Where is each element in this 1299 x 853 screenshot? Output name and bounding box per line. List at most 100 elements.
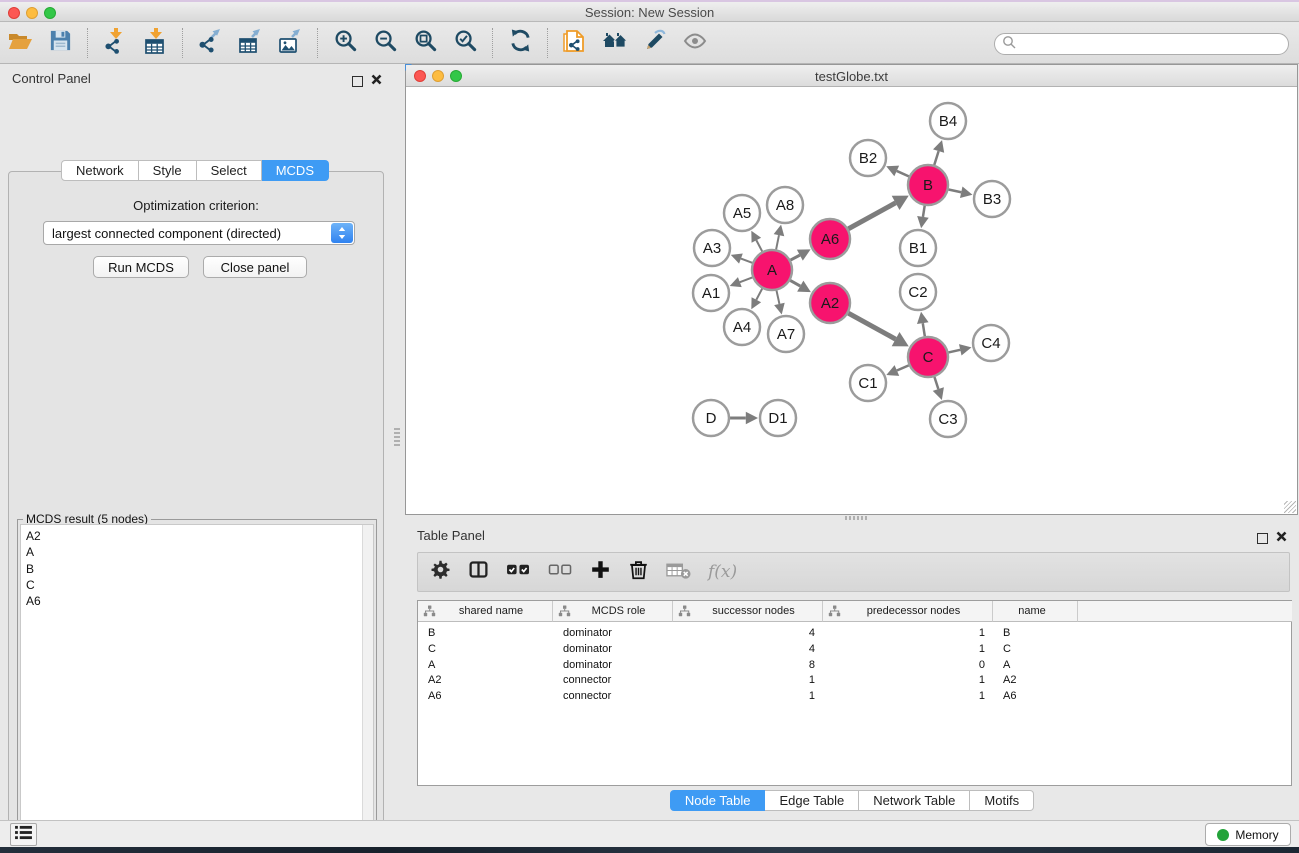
table-row[interactable]: A6connector11A6 (418, 689, 1291, 705)
vertical-splitter[interactable] (390, 64, 405, 820)
deselect-all-button[interactable] (548, 559, 573, 585)
column-header-successor-nodes[interactable]: successor nodes (673, 601, 823, 622)
table-cell: 1 (823, 673, 993, 689)
search-field[interactable] (994, 33, 1289, 55)
column-header-MCDS-role[interactable]: MCDS role (553, 601, 673, 622)
eye-button[interactable] (678, 26, 712, 60)
run-mcds-button[interactable]: Run MCDS (93, 256, 189, 278)
zoom-selected-button[interactable] (448, 26, 482, 60)
home-button[interactable] (598, 26, 632, 60)
tab-network[interactable]: Network (61, 160, 139, 181)
close-panel-icon[interactable] (1276, 529, 1287, 547)
arrowhead-icon (774, 303, 785, 315)
export-table-button[interactable] (233, 26, 267, 60)
export-image-button[interactable] (273, 26, 307, 60)
control-panel-tabs: NetworkStyleSelectMCDS (0, 160, 390, 181)
memory-status-icon (1217, 829, 1229, 841)
export-network-button[interactable] (193, 26, 227, 60)
delete-table-button[interactable] (666, 560, 691, 585)
table-toolbar: f(x) (417, 552, 1290, 592)
zoom-fit-icon (413, 28, 438, 58)
arrowhead-icon (917, 216, 929, 228)
zoom-fit-button[interactable] (408, 26, 442, 60)
float-panel-icon[interactable] (1257, 533, 1268, 544)
open-session-button[interactable] (3, 26, 37, 60)
table-cell: 1 (673, 673, 823, 689)
import-network-button[interactable] (98, 26, 132, 60)
close-panel-icon[interactable] (371, 72, 382, 90)
zoom-in-button[interactable] (328, 26, 362, 60)
table-row[interactable]: Cdominator41C (418, 642, 1291, 658)
select-all-button[interactable] (506, 559, 531, 585)
splitter-grip (394, 426, 400, 448)
table-panel: Table Panel f(x) shared nameMCDS rolesuc… (405, 521, 1299, 820)
network-window-titlebar: testGlobe.txt (406, 65, 1297, 87)
network-canvas[interactable]: B4B2BB3A8A5A6A3B1AC2A1A2A4A7C4CC1DD1C3 (406, 87, 1297, 514)
graph-edge-C-C1 (897, 365, 909, 370)
tab-network-table[interactable]: Network Table (859, 790, 970, 811)
table-cell: 1 (673, 689, 823, 705)
table-row[interactable]: Bdominator41B (418, 626, 1291, 642)
table-cell: B (993, 626, 1078, 642)
graph-node-label: C (923, 349, 934, 366)
zoom-out-button[interactable] (368, 26, 402, 60)
graph-edge-A-A2 (790, 280, 800, 286)
column-header-shared-name[interactable]: shared name (418, 601, 553, 622)
memory-button[interactable]: Memory (1205, 823, 1291, 846)
graph-edge-C-C3 (934, 377, 938, 389)
table-cell: C (418, 642, 553, 658)
graphics-details-button[interactable] (638, 26, 672, 60)
optimization-criterion-select[interactable]: largest connected component (directed) (43, 221, 355, 245)
resize-grip[interactable] (1284, 501, 1296, 513)
new-network-from-file-button[interactable] (558, 26, 592, 60)
import-table-button[interactable] (138, 26, 172, 60)
table-cell: 1 (823, 689, 993, 705)
floppy-disk-icon (48, 28, 73, 58)
tab-style[interactable]: Style (139, 160, 197, 181)
toolbar-separator (547, 28, 548, 58)
table-settings-button[interactable] (430, 559, 451, 585)
table-row[interactable]: Adominator80A (418, 658, 1291, 674)
tab-motifs[interactable]: Motifs (970, 790, 1034, 811)
search-input[interactable] (1020, 35, 1288, 53)
tab-edge-table[interactable]: Edge Table (765, 790, 859, 811)
tab-mcds[interactable]: MCDS (262, 160, 329, 181)
table-cell: A (993, 658, 1078, 674)
tab-node-table[interactable]: Node Table (670, 790, 766, 811)
refresh-button[interactable] (503, 26, 537, 60)
pencil-icon (642, 28, 668, 59)
toolbar-separator (182, 28, 183, 58)
network-graph: B4B2BB3A8A5A6A3B1AC2A1A2A4A7C4CC1DD1C3 (406, 87, 1297, 514)
graph-edge-C-C4 (948, 350, 960, 353)
graph-edge-B-B1 (923, 206, 925, 217)
task-history-button[interactable] (10, 823, 37, 846)
close-panel-button[interactable]: Close panel (203, 256, 307, 278)
splitter-grip (845, 516, 867, 520)
function-builder-button[interactable]: f(x) (708, 562, 737, 582)
save-session-button[interactable] (43, 26, 77, 60)
table-cell: A6 (993, 689, 1078, 705)
column-header-predecessor-nodes[interactable]: predecessor nodes (823, 601, 993, 622)
graph-node-label: A6 (821, 231, 839, 248)
column-header-name[interactable]: name (993, 601, 1078, 622)
arrowhead-icon (933, 387, 944, 400)
application-window: Session: New Session (0, 0, 1299, 853)
mcds-result-list[interactable]: A2ABCA6 (20, 524, 374, 853)
graph-node-label: A2 (821, 295, 839, 312)
toolbar-separator (317, 28, 318, 58)
table-cell: 1 (823, 626, 993, 642)
show-columns-button[interactable] (468, 559, 489, 585)
graph-node-label: B4 (939, 113, 957, 130)
tab-select[interactable]: Select (197, 160, 262, 181)
add-column-button[interactable] (590, 559, 611, 585)
table-row[interactable]: A2connector11A2 (418, 673, 1291, 689)
mcds-tab-content: Optimization criterion: largest connecte… (8, 171, 384, 853)
table-cell: dominator (553, 626, 673, 642)
table-cell: connector (553, 673, 673, 689)
delete-column-button[interactable] (628, 559, 649, 585)
scrollbar[interactable] (362, 525, 373, 853)
table-cell: A2 (418, 673, 553, 689)
float-panel-icon[interactable] (352, 76, 363, 87)
graph-node-label: A7 (777, 326, 795, 343)
graph-edge-B-B4 (934, 151, 938, 165)
